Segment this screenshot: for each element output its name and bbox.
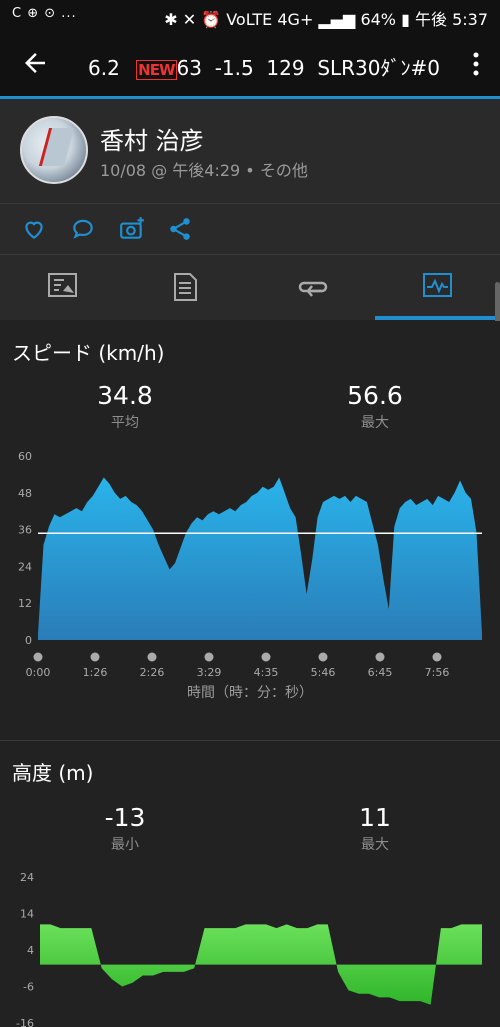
title-suffix: 63 -1.5 129 SLR30ﾀﾞﾝ#0 <box>176 56 440 80</box>
comment-icon[interactable] <box>70 216 96 242</box>
y-tick-label: 4 <box>27 944 34 957</box>
x-tick-dot <box>318 652 328 662</box>
speed-average-label: 平均 <box>111 415 139 431</box>
more-options-icon[interactable] <box>468 50 484 78</box>
x-tick-label: 1:26 <box>83 666 108 679</box>
active-tab-indicator <box>375 316 500 320</box>
speed-average: 34.8 平均 <box>45 381 205 432</box>
x-tick-label: 6:45 <box>368 666 393 679</box>
status-right-info: ✱ ✕ ⏰ VoLTE 4G+ ▂▄▆ 64% ▮ 午後 5:37 <box>164 10 488 29</box>
avatar[interactable] <box>20 116 88 184</box>
y-tick-label: 36 <box>18 524 32 537</box>
heart-icon[interactable] <box>21 216 47 242</box>
y-tick-label: 48 <box>18 487 32 500</box>
app-bar: 6.2 NEW 63 -1.5 129 SLR30ﾀﾞﾝ#0 <box>0 32 500 96</box>
altitude-min-value: -13 <box>104 803 146 832</box>
tab-charts[interactable] <box>375 255 500 317</box>
y-tick-label: 0 <box>25 634 32 647</box>
tab-bar <box>0 255 500 320</box>
x-tick-dot <box>432 652 442 662</box>
action-bar <box>0 204 500 255</box>
y-tick-label: 60 <box>18 450 32 463</box>
status-left-icons: C ⊕ ⊙ ... <box>12 6 77 21</box>
altitude-max-value: 11 <box>359 803 391 832</box>
y-tick-label: 24 <box>20 871 34 884</box>
y-tick-label: -6 <box>23 981 34 994</box>
activity-title: 6.2 NEW 63 -1.5 129 SLR30ﾀﾞﾝ#0 <box>88 52 440 81</box>
speed-max: 56.6 最大 <box>295 381 455 432</box>
x-tick-label: 3:29 <box>197 666 222 679</box>
speed-title: スピード (km/h) <box>12 341 165 365</box>
x-tick-label: 4:35 <box>254 666 279 679</box>
y-tick-label: -16 <box>16 1017 34 1027</box>
altitude-chart: 24 14 4 -6 -16 <box>16 871 482 1027</box>
new-badge: NEW <box>136 60 177 80</box>
x-tick-dot <box>90 652 100 662</box>
user-header: 香村 治彦 10/08 @ 午後4:29 • その他 <box>0 99 500 204</box>
activity-date: 10/08 @ 午後4:29 • その他 <box>100 161 308 180</box>
altitude-max-label: 最大 <box>361 837 389 853</box>
x-tick-dot <box>147 652 157 662</box>
details-icon <box>174 273 197 301</box>
status-bar: C ⊕ ⊙ ... ✱ ✕ ⏰ VoLTE 4G+ ▂▄▆ 64% ▮ 午後 5… <box>0 0 500 32</box>
speed-max-value: 56.6 <box>347 381 403 410</box>
share-icon[interactable] <box>167 216 193 242</box>
charts-icon <box>423 273 452 297</box>
x-tick-label: 2:26 <box>140 666 165 679</box>
add-photo-icon[interactable] <box>119 216 145 242</box>
speed-area <box>38 477 482 640</box>
tab-details[interactable] <box>125 255 250 317</box>
overview-icon <box>48 273 77 297</box>
title-prefix: 6.2 <box>88 56 120 80</box>
x-tick-dot <box>261 652 271 662</box>
altitude-area <box>40 924 482 1005</box>
y-tick-label: 24 <box>18 560 32 573</box>
altitude-title: 高度 (m) <box>12 761 94 785</box>
laps-icon <box>298 281 328 297</box>
user-name[interactable]: 香村 治彦 <box>100 121 204 156</box>
speed-x-axis-label: 時間（時：分：秒） <box>187 685 313 701</box>
tab-laps[interactable] <box>250 255 375 317</box>
x-tick-label: 0:00 <box>26 666 51 679</box>
y-tick-label: 14 <box>20 908 34 921</box>
x-tick-label: 5:46 <box>311 666 336 679</box>
x-tick-dot <box>375 652 385 662</box>
speed-max-label: 最大 <box>361 415 389 431</box>
altitude-min-label: 最小 <box>111 837 139 853</box>
altitude-max: 11 最大 <box>295 803 455 854</box>
altitude-min: -13 最小 <box>45 803 205 854</box>
back-arrow-icon[interactable] <box>20 48 50 78</box>
speed-chart: 60 48 36 24 12 0 0:00 1:26 2:26 3:29 4:35 5:46 6:45 7… <box>18 450 482 679</box>
speed-average-value: 34.8 <box>97 381 153 410</box>
x-tick-dot <box>33 652 43 662</box>
y-tick-label: 12 <box>18 597 32 610</box>
x-tick-label: 7:56 <box>425 666 450 679</box>
tab-overview[interactable] <box>0 255 125 317</box>
x-tick-dot <box>204 652 214 662</box>
